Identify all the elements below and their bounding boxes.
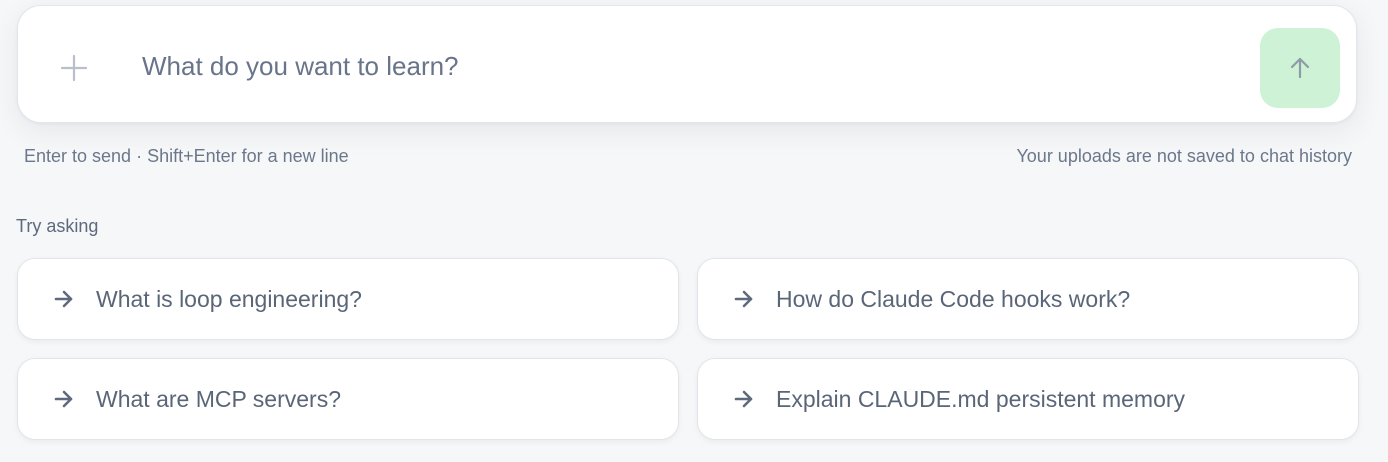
suggestion-card[interactable]: Explain CLAUDE.md persistent memory <box>697 358 1359 440</box>
arrow-right-icon <box>52 387 76 411</box>
send-shortcut-hint: Enter to send · Shift+Enter for a new li… <box>24 146 349 166</box>
suggestion-text: What is loop engineering? <box>96 285 362 312</box>
suggestion-text: How do Claude Code hooks work? <box>776 285 1131 312</box>
suggestion-card[interactable]: What is loop engineering? <box>17 258 679 340</box>
arrow-right-icon <box>52 287 76 311</box>
uploads-privacy-note: Your uploads are not saved to chat histo… <box>1016 146 1352 166</box>
send-button[interactable] <box>1260 28 1340 108</box>
suggestion-text: Explain CLAUDE.md persistent memory <box>776 385 1186 412</box>
arrow-right-icon <box>732 287 756 311</box>
suggestion-card[interactable]: How do Claude Code hooks work? <box>697 258 1359 340</box>
plus-icon <box>60 54 88 82</box>
prompt-input[interactable] <box>142 44 1242 88</box>
suggestion-card[interactable]: What are MCP servers? <box>17 358 679 440</box>
attach-button[interactable] <box>54 48 94 88</box>
try-asking-label: Try asking <box>16 216 99 236</box>
suggestion-text: What are MCP servers? <box>96 385 341 412</box>
chat-composer <box>17 5 1357 123</box>
suggestion-grid: What is loop engineering? How do Claude … <box>17 258 1359 440</box>
arrow-up-icon <box>1290 57 1310 79</box>
arrow-right-icon <box>732 387 756 411</box>
